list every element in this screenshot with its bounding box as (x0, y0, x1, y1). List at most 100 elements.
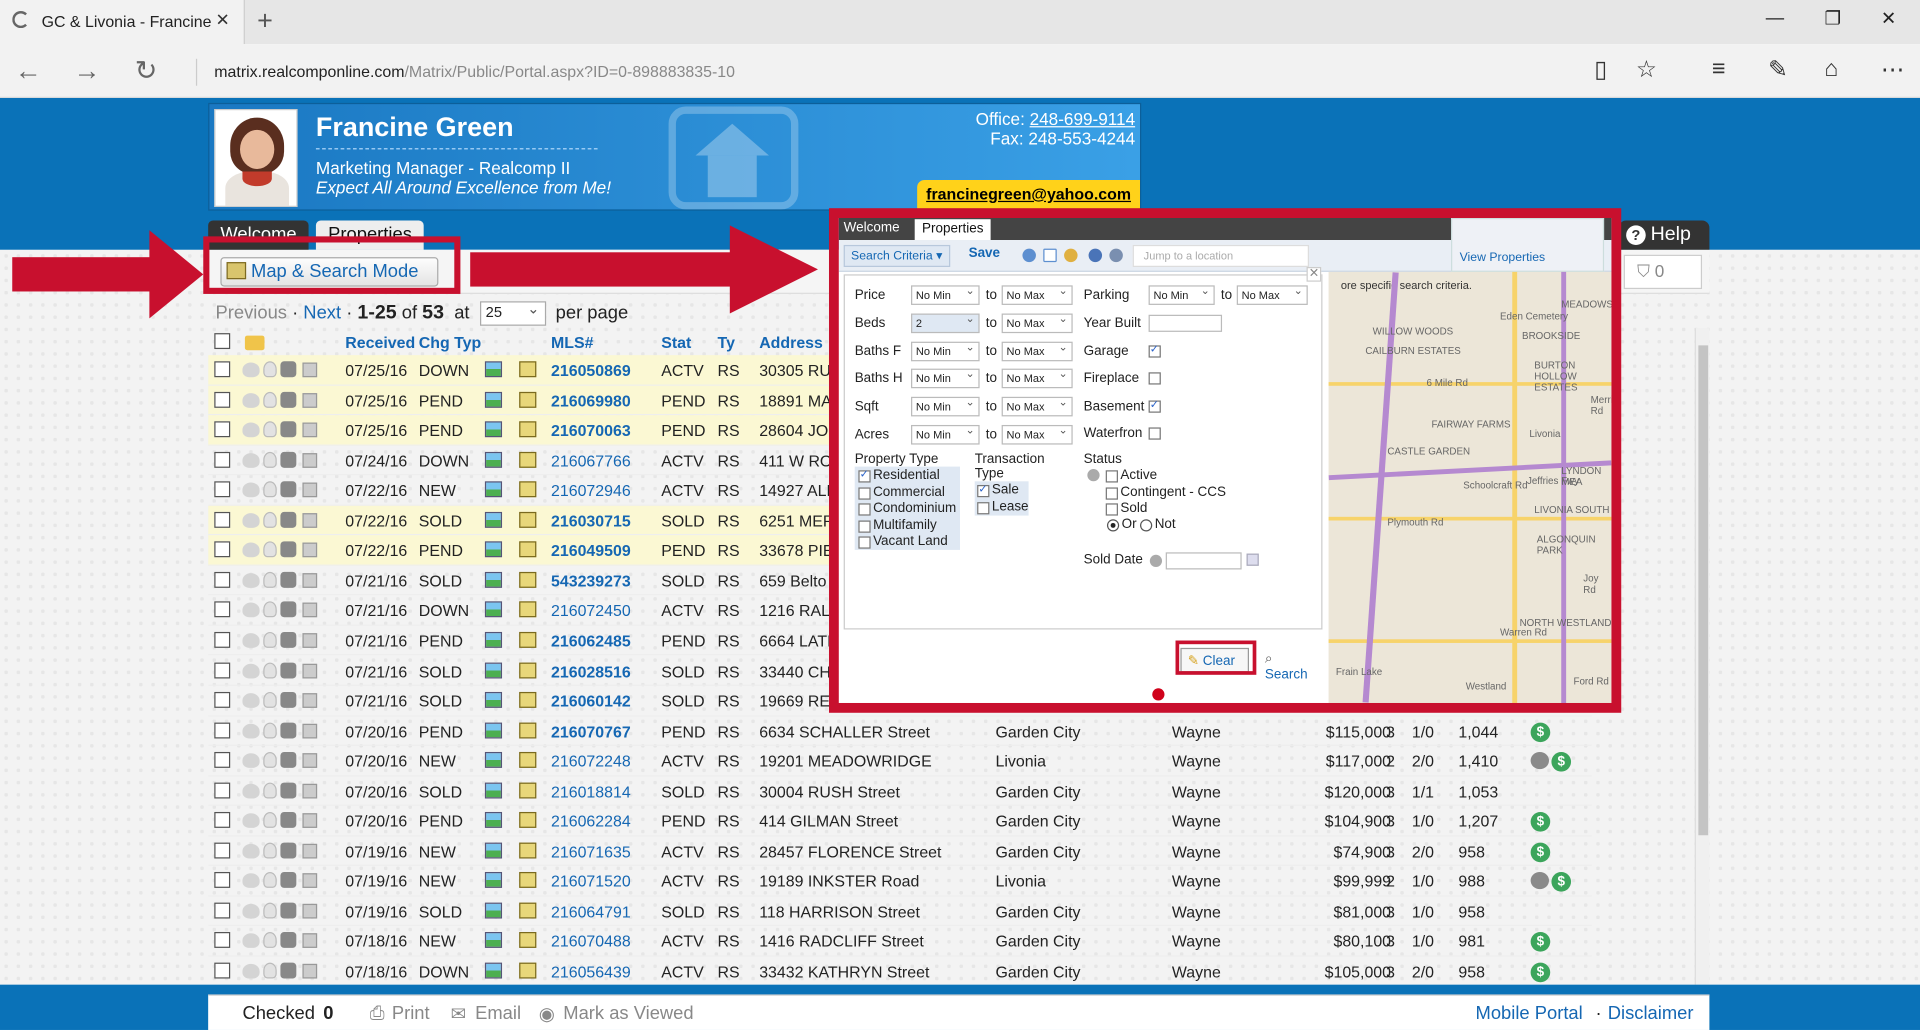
mls-link[interactable]: 216072946 (551, 482, 631, 500)
table-row[interactable]: 07/20/16 SOLD 216018814 SOLD RS 30004 RUSH St… (208, 776, 1592, 807)
row-checkbox[interactable] (214, 601, 231, 618)
new-tab-icon[interactable]: + (257, 5, 273, 37)
per-page-select[interactable]: 25 (479, 300, 546, 326)
row-checkbox[interactable] (214, 421, 231, 438)
photo-icon[interactable] (484, 661, 503, 678)
price-change-icon[interactable]: $ (1551, 752, 1572, 772)
agent-email-link[interactable]: francinegreen@yahoo.com (926, 185, 1131, 203)
photo-icon[interactable] (484, 631, 503, 648)
map-pin-row-icon[interactable] (519, 962, 537, 979)
restore-icon[interactable]: ❐ (1825, 7, 1841, 30)
discard-icon[interactable] (280, 962, 297, 979)
notes-icon[interactable] (302, 753, 318, 769)
discard-icon[interactable] (280, 541, 297, 558)
map-pin-row-icon[interactable] (519, 752, 537, 769)
notes-icon[interactable] (302, 933, 318, 949)
table-row[interactable]: 07/20/16 PEND 216070767 PEND RS 6634 SCHALLER… (208, 716, 1592, 746)
notes-icon[interactable] (302, 663, 318, 678)
map-pin-row-icon[interactable] (519, 421, 537, 438)
favorite-heart-icon[interactable] (242, 452, 260, 468)
map-pin-row-icon[interactable] (519, 571, 537, 588)
table-row[interactable]: 07/19/16 NEW 216071520 ACTV RS 19189 INKSTER … (208, 866, 1592, 897)
favorite-heart-icon[interactable] (242, 693, 260, 708)
favorite-heart-icon[interactable] (242, 362, 260, 378)
map-pin-row-icon[interactable] (519, 391, 537, 408)
favorite-heart-icon[interactable] (242, 633, 260, 648)
notes-icon[interactable] (302, 633, 318, 648)
map-pin-row-icon[interactable] (519, 541, 537, 558)
discard-icon[interactable] (280, 481, 297, 498)
notes-icon[interactable] (302, 512, 318, 528)
notes-icon[interactable] (302, 843, 318, 859)
map-pin-row-icon[interactable] (519, 782, 537, 799)
row-checkbox[interactable] (214, 481, 231, 498)
mark-viewed-button[interactable]: Mark as Viewed (563, 1003, 693, 1024)
favorite-heart-icon[interactable] (242, 933, 260, 949)
notes-icon[interactable] (302, 362, 318, 378)
row-checkbox[interactable] (214, 752, 231, 769)
favorite-heart-icon[interactable] (242, 482, 260, 498)
map-pin-row-icon[interactable] (519, 722, 537, 738)
mls-link[interactable]: 216069980 (551, 391, 631, 409)
price-change-icon[interactable]: $ (1530, 962, 1551, 983)
map-pin-row-icon[interactable] (519, 361, 537, 378)
table-row[interactable]: 07/20/16 NEW 216072248 ACTV RS 19201 MEADOWRI… (208, 746, 1592, 777)
photo-icon[interactable] (484, 932, 503, 949)
favorite-heart-icon[interactable] (242, 903, 260, 919)
discard-icon[interactable] (280, 752, 297, 769)
results-scrollbar[interactable] (1694, 328, 1710, 985)
maybe-bulb-icon[interactable] (263, 601, 277, 618)
notes-icon[interactable] (302, 572, 318, 588)
discard-icon[interactable] (280, 932, 297, 949)
maybe-bulb-icon[interactable] (263, 421, 277, 438)
previous-link[interactable]: Previous (216, 303, 287, 324)
mls-link[interactable]: 216060142 (551, 692, 631, 710)
row-checkbox[interactable] (214, 631, 231, 648)
mls-link[interactable]: 216072450 (551, 602, 631, 620)
favorite-heart-icon[interactable] (242, 392, 260, 408)
row-checkbox[interactable] (214, 361, 231, 378)
discard-icon[interactable] (280, 782, 297, 799)
maybe-bulb-icon[interactable] (263, 872, 277, 889)
favorite-heart-icon[interactable] (242, 723, 260, 738)
office-phone-link[interactable]: 248-699-9114 (1030, 109, 1135, 129)
photo-icon[interactable] (484, 902, 503, 919)
next-link[interactable]: Next (303, 303, 341, 324)
maybe-bulb-icon[interactable] (263, 571, 277, 588)
discard-icon[interactable] (280, 812, 297, 829)
scrollbar-thumb[interactable] (1698, 345, 1709, 836)
map-pin-row-icon[interactable] (519, 511, 537, 528)
table-row[interactable]: 07/20/16 PEND 216062284 PEND RS 414 GILMAN St… (208, 806, 1592, 837)
mls-link[interactable]: 543239273 (551, 572, 631, 590)
favorite-heart-icon[interactable] (242, 783, 260, 799)
maybe-bulb-icon[interactable] (263, 631, 277, 648)
photo-icon[interactable] (484, 752, 503, 769)
map-pin-row-icon[interactable] (519, 902, 537, 919)
mls-link[interactable]: 216070767 (551, 722, 631, 740)
maybe-bulb-icon[interactable] (263, 782, 277, 799)
select-all-checkbox[interactable] (214, 333, 231, 350)
discard-icon[interactable] (280, 511, 297, 528)
discard-icon[interactable] (280, 661, 297, 678)
close-tab-icon[interactable]: ✕ (216, 10, 230, 31)
photo-icon[interactable] (484, 722, 503, 738)
refresh-icon[interactable]: ↻ (135, 55, 158, 87)
photo-icon[interactable] (484, 391, 503, 408)
notes-icon[interactable] (302, 693, 318, 708)
maybe-bulb-icon[interactable] (263, 722, 277, 738)
discard-icon[interactable] (280, 571, 297, 588)
minimize-icon[interactable]: — (1766, 7, 1784, 28)
notes-icon[interactable] (302, 813, 318, 829)
photo-icon[interactable] (484, 541, 503, 558)
row-checkbox[interactable] (214, 722, 231, 738)
print-button[interactable]: Print (392, 1003, 430, 1024)
price-change-icon[interactable]: $ (1530, 932, 1551, 953)
maybe-bulb-icon[interactable] (263, 932, 277, 949)
discard-icon[interactable] (280, 902, 297, 919)
mls-link[interactable]: 216064791 (551, 902, 631, 920)
mls-link[interactable]: 216071635 (551, 842, 631, 860)
maybe-bulb-icon[interactable] (263, 391, 277, 408)
price-change-icon[interactable]: $ (1530, 722, 1551, 742)
price-change-icon[interactable]: $ (1530, 812, 1551, 832)
maybe-bulb-icon[interactable] (263, 692, 277, 708)
